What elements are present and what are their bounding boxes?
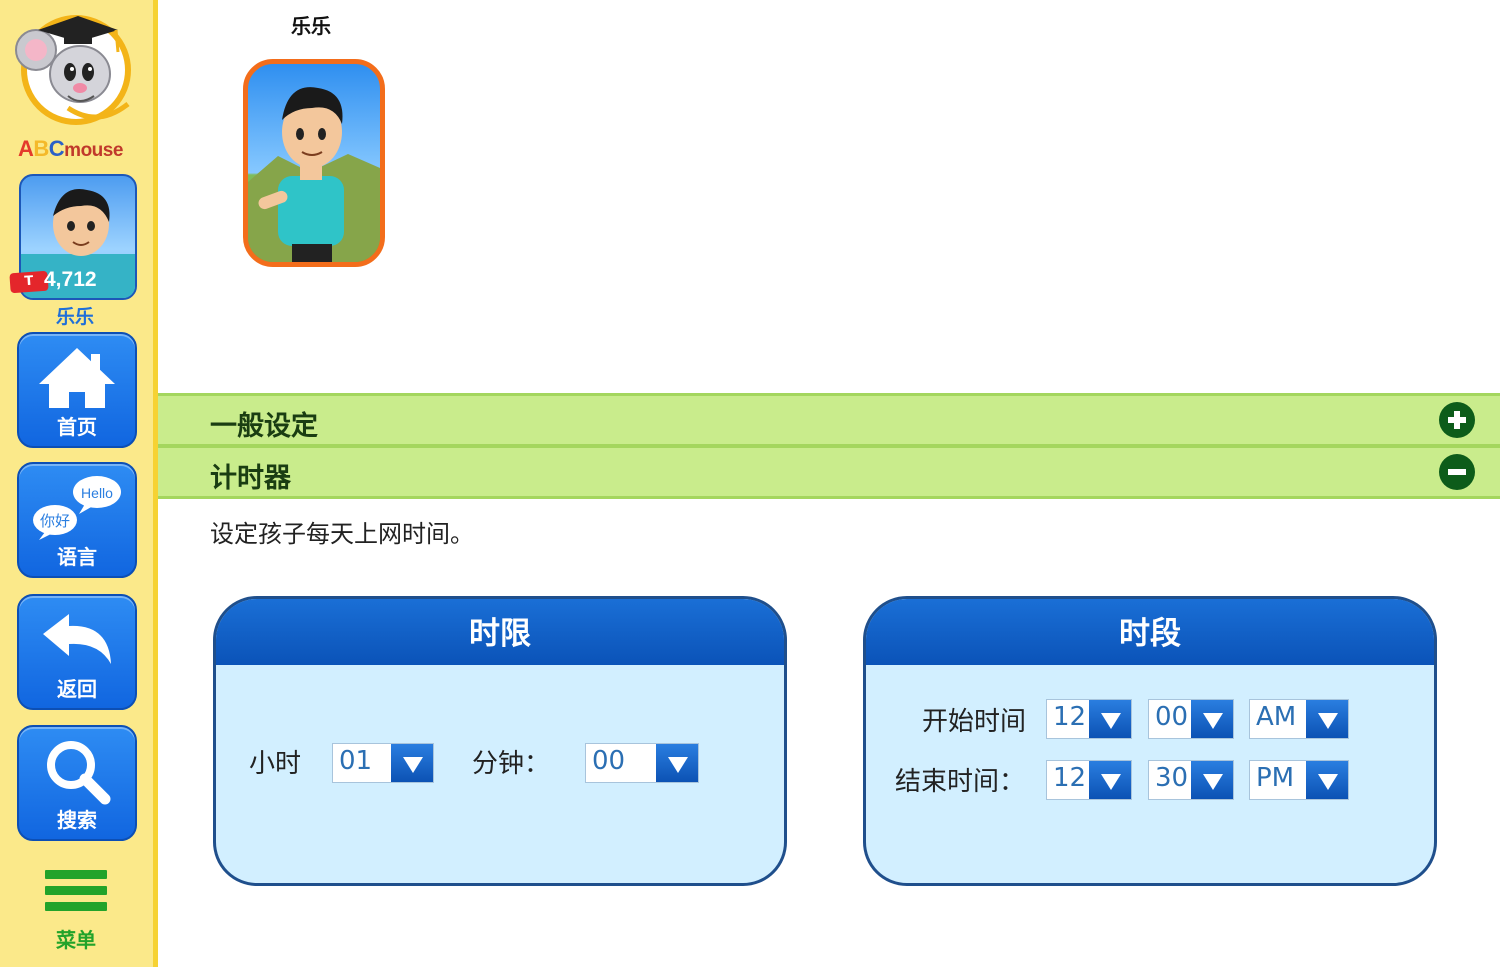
start-time-label: 开始时间	[922, 707, 1027, 737]
chevron-down-icon[interactable]	[1191, 761, 1233, 799]
timer-title: 计时器	[210, 463, 291, 494]
hours-value: 01	[339, 746, 373, 776]
chevron-down-icon[interactable]	[1191, 700, 1233, 738]
menu-bar-icon	[45, 902, 107, 911]
svg-text:你好: 你好	[40, 512, 70, 530]
timer-description: 设定孩子每天上网时间。	[210, 520, 474, 548]
end-time-label: 结束时间：	[895, 767, 1026, 797]
general-settings-header[interactable]: 一般设定	[158, 393, 1500, 447]
hours-label: 小时	[249, 749, 302, 779]
general-settings-title: 一般设定	[210, 411, 318, 442]
end-hour-value: 12	[1053, 763, 1087, 793]
menu-button[interactable]: 菜单	[30, 862, 122, 954]
chevron-down-icon[interactable]	[391, 744, 433, 782]
mouse-mascot-icon	[15, 15, 131, 125]
language-label: 语言	[57, 545, 97, 569]
collapse-minus-icon[interactable]	[1439, 454, 1475, 490]
back-button[interactable]: 返回	[17, 594, 137, 710]
end-ampm-value: PM	[1256, 763, 1295, 793]
home-label: 首页	[57, 415, 97, 439]
start-ampm-value: AM	[1256, 702, 1297, 732]
chevron-down-icon[interactable]	[1089, 700, 1131, 738]
chevron-down-icon[interactable]	[1089, 761, 1131, 799]
menu-bar-icon	[45, 886, 107, 895]
end-hour-select[interactable]: 12	[1046, 760, 1132, 800]
menu-label: 菜单	[56, 928, 96, 952]
minutes-value: 00	[592, 746, 626, 776]
end-minute-select[interactable]: 30	[1148, 760, 1234, 800]
ticket-count: 4,712	[44, 268, 97, 291]
hours-select[interactable]: 01	[332, 743, 434, 783]
logo-wordmark: ABCmouse	[18, 136, 123, 161]
start-hour-value: 12	[1053, 702, 1087, 732]
expand-plus-icon[interactable]	[1439, 402, 1475, 438]
child-name: 乐乐	[291, 14, 331, 38]
minus-stroke	[1448, 469, 1466, 475]
search-button[interactable]: 搜索	[17, 725, 137, 841]
time-limit-panel: 时限 小时 01 分钟： 00	[213, 596, 787, 886]
search-icon	[47, 741, 111, 805]
home-button[interactable]: 首页	[17, 332, 137, 448]
time-period-title: 时段	[866, 599, 1434, 665]
language-icon: Hello 你好	[33, 476, 121, 540]
start-hour-select[interactable]: 12	[1046, 699, 1132, 739]
end-minute-value: 30	[1155, 763, 1189, 793]
ticket-badge: T	[9, 270, 49, 294]
time-limit-title: 时限	[216, 599, 784, 665]
start-ampm-select[interactable]: AM	[1249, 699, 1349, 739]
time-period-panel: 时段 开始时间 12 00 AM 结束时间： 12 30 PM	[863, 596, 1437, 886]
back-arrow-icon	[43, 614, 111, 664]
start-minute-value: 00	[1155, 702, 1189, 732]
sidebar: ABCmouse T 4,712 乐乐 首页 Hello 你好 语言 返回 搜索…	[0, 0, 158, 967]
timer-header[interactable]: 计时器	[158, 445, 1500, 499]
profile-name[interactable]: 乐乐	[0, 302, 150, 329]
search-label: 搜索	[57, 808, 97, 832]
start-minute-select[interactable]: 00	[1148, 699, 1234, 739]
back-label: 返回	[57, 677, 97, 701]
chevron-down-icon[interactable]	[1306, 761, 1348, 799]
chevron-down-icon[interactable]	[1306, 700, 1348, 738]
minutes-label: 分钟：	[472, 749, 551, 779]
plus-vertical-stroke	[1454, 411, 1460, 429]
language-button[interactable]: Hello 你好 语言	[17, 462, 137, 578]
child-avatar[interactable]	[243, 59, 385, 267]
chevron-down-icon[interactable]	[656, 744, 698, 782]
minutes-select[interactable]: 00	[585, 743, 699, 783]
boy-character-icon	[248, 87, 380, 262]
home-icon	[39, 348, 115, 408]
svg-text:Hello: Hello	[81, 485, 113, 501]
menu-bar-icon	[45, 870, 107, 879]
end-ampm-select[interactable]: PM	[1249, 760, 1349, 800]
abcmouse-logo[interactable]: ABCmouse	[8, 8, 146, 161]
